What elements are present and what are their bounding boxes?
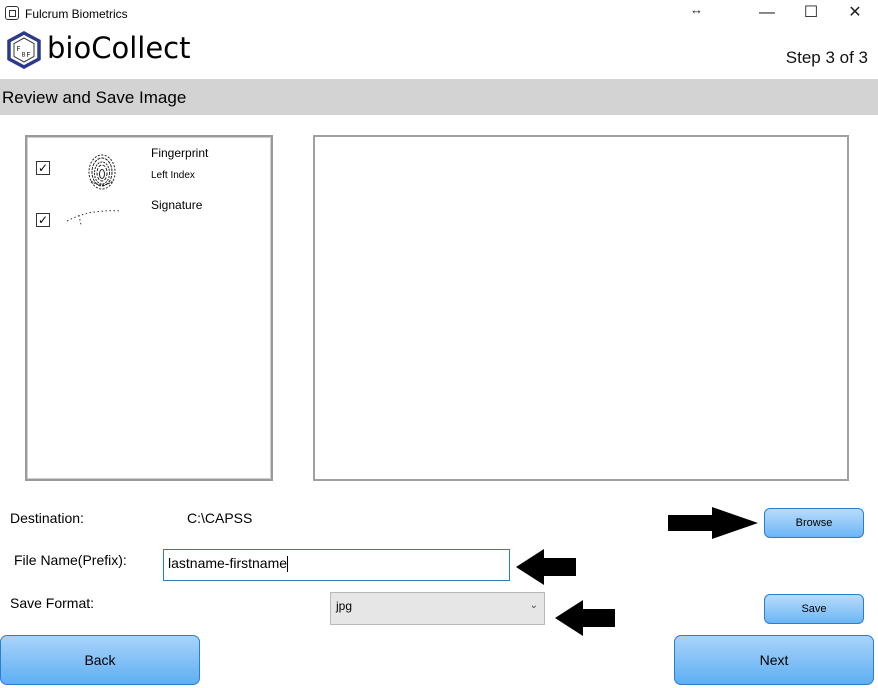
fingerprint-sublabel: Left Index xyxy=(151,170,195,181)
fingerprint-checkbox[interactable]: ✓ xyxy=(36,161,50,175)
save-button[interactable]: Save xyxy=(764,594,864,624)
title-bar: Fulcrum Biometrics ↔ — ☐ ✕ xyxy=(0,0,878,28)
signature-label: Signature xyxy=(151,198,203,212)
biocollect-logo-icon: F B F xyxy=(7,31,41,69)
browse-button[interactable]: Browse xyxy=(764,508,864,538)
resize-icon: ↔ xyxy=(690,2,703,17)
section-title: Review and Save Image xyxy=(2,88,187,107)
save-format-select[interactable]: jpg ⌄ xyxy=(330,592,545,625)
text-cursor xyxy=(287,556,289,573)
annotation-arrow-left-icon xyxy=(516,549,576,585)
close-button[interactable]: ✕ xyxy=(832,0,878,28)
annotation-arrow-right-icon xyxy=(668,507,758,539)
svg-text:F: F xyxy=(17,45,21,53)
list-item-signature[interactable]: ✓ Signature xyxy=(27,193,271,245)
maximize-button[interactable]: ☐ xyxy=(788,0,834,28)
back-button[interactable]: Back xyxy=(0,635,200,685)
step-indicator: Step 3 of 3 xyxy=(785,48,868,67)
svg-text:F: F xyxy=(27,51,31,59)
destination-label: Destination: xyxy=(10,510,84,526)
file-name-input[interactable]: lastname-firstname xyxy=(163,549,510,581)
svg-text:B: B xyxy=(22,52,26,59)
file-name-label: File Name(Prefix): xyxy=(14,552,127,568)
app-icon xyxy=(5,6,19,20)
chevron-down-icon: ⌄ xyxy=(529,600,538,611)
image-preview xyxy=(313,135,849,481)
window-title: Fulcrum Biometrics xyxy=(25,7,128,21)
signature-thumbnail-icon xyxy=(66,210,122,226)
capture-list[interactable]: ✓ Fingerprint Left Index ✓ Signature xyxy=(25,135,273,481)
destination-path: C:\CAPSS xyxy=(187,510,253,526)
signature-checkbox[interactable]: ✓ xyxy=(36,213,50,227)
annotation-arrow-left-icon xyxy=(555,600,615,636)
minimize-button[interactable]: — xyxy=(744,0,790,28)
fingerprint-label: Fingerprint xyxy=(151,146,209,160)
list-item-fingerprint[interactable]: ✓ Fingerprint Left Index xyxy=(27,139,271,191)
save-format-value: jpg xyxy=(336,599,353,613)
next-button[interactable]: Next xyxy=(674,635,874,685)
fingerprint-thumbnail-icon xyxy=(88,154,116,190)
brand-title: bioCollect xyxy=(47,31,191,65)
file-name-value: lastname-firstname xyxy=(168,555,288,571)
section-header: Review and Save Image xyxy=(0,79,878,115)
save-format-label: Save Format: xyxy=(10,595,95,611)
